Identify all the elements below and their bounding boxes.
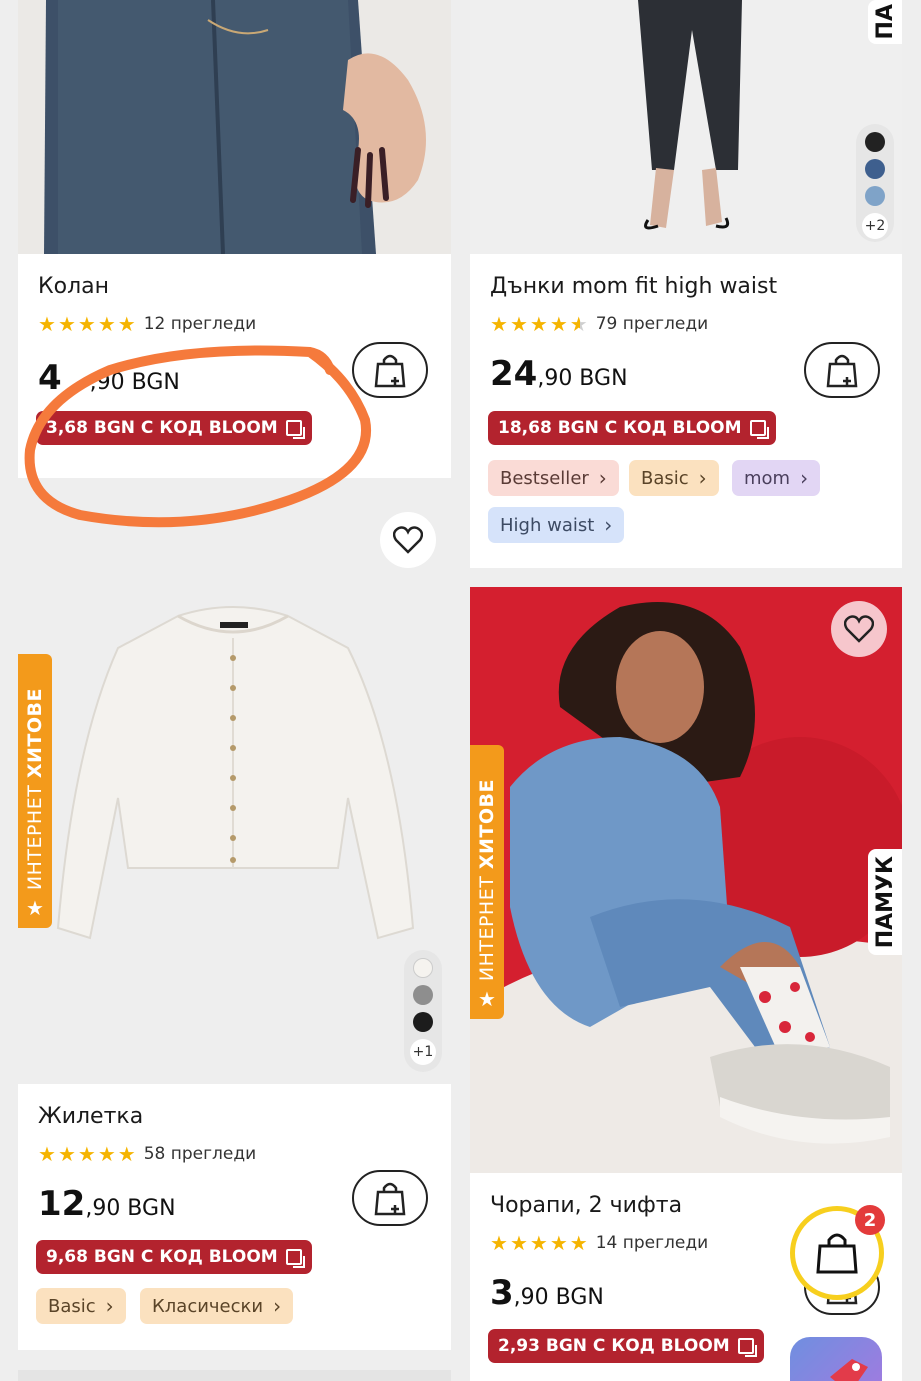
review-count[interactable]: 12 прегледи: [144, 314, 256, 334]
product-grid: Колан ★ ★ ★ ★ ★ 12 прегледи 4,90 BGN 3,6…: [0, 0, 921, 1381]
product-info-cardigan: Жилетка ★ ★ ★ ★ ★ 58 прегледи 12,90 BGN …: [18, 1084, 451, 1350]
chevron-right-icon: ›: [604, 513, 613, 537]
tag-classic[interactable]: Класически ›: [140, 1288, 294, 1324]
review-count[interactable]: 14 прегледи: [596, 1233, 708, 1253]
tag-basic[interactable]: Basic ›: [629, 460, 719, 496]
product-price: 24,90 BGN: [490, 354, 628, 394]
color-swatches[interactable]: +1: [404, 950, 442, 1072]
star-icon: ★: [97, 312, 116, 336]
copy-icon[interactable]: [749, 420, 769, 439]
star-icon: ★: [57, 312, 76, 336]
chevron-right-icon: ›: [698, 466, 707, 490]
star-icon: ★: [549, 1231, 568, 1255]
star-icon: ★: [549, 312, 568, 336]
star-icon: ★: [38, 312, 56, 336]
wishlist-button[interactable]: [831, 601, 887, 657]
color-swatch-black[interactable]: [413, 1012, 433, 1032]
star-icon: ★: [57, 1142, 76, 1166]
promo-fab[interactable]: [790, 1337, 882, 1381]
rating-stars: ★ ★ ★ ★ ★ 79 прегледи: [490, 314, 708, 334]
review-count[interactable]: 79 прегледи: [596, 314, 708, 334]
chevron-right-icon: ›: [105, 1294, 114, 1318]
star-icon: ★: [529, 312, 548, 336]
star-icon: ★: [529, 1231, 548, 1255]
star-icon: ★: [478, 987, 496, 1011]
heart-icon: [844, 615, 874, 643]
cart-add-icon: [826, 354, 858, 388]
product-price: 4,90 BGN: [38, 358, 180, 398]
promo-code-badge[interactable]: 3,68 BGN С КОД BLOOM: [36, 411, 312, 445]
promo-code-badge[interactable]: 9,68 BGN С КОД BLOOM: [36, 1240, 312, 1274]
add-to-cart-button[interactable]: [804, 342, 880, 398]
heart-icon: [393, 526, 423, 554]
internet-hits-ribbon: ИНТЕРНЕТ ХИТОВЕ ★: [470, 745, 504, 1019]
color-swatch-black[interactable]: [865, 132, 885, 152]
material-label: ПАМУК: [868, 849, 902, 955]
color-swatch-lightblue[interactable]: [865, 186, 885, 206]
chevron-right-icon: ›: [800, 466, 809, 490]
more-colors[interactable]: +1: [410, 1039, 436, 1065]
copy-icon[interactable]: [737, 1338, 757, 1357]
product-info-jeans: Дънки mom fit high waist ★ ★ ★ ★ ★ 79 пр…: [470, 254, 902, 568]
copy-icon[interactable]: [285, 1249, 305, 1268]
product-card-jeans[interactable]: ПА +2 Дънки mom fit high waist ★ ★ ★ ★ ★…: [470, 0, 902, 568]
product-title[interactable]: Колан: [38, 274, 109, 299]
product-card-cardigan[interactable]: ИНТЕРНЕТ ХИТОВЕ ★ +1 Жилетка ★ ★ ★ ★ ★ 5…: [18, 498, 451, 1350]
more-colors[interactable]: +2: [862, 213, 888, 239]
copy-icon[interactable]: [285, 420, 305, 439]
review-count[interactable]: 58 прегледи: [144, 1144, 256, 1164]
product-title[interactable]: Дънки mom fit high waist: [490, 274, 777, 299]
product-image-belt[interactable]: [18, 0, 451, 254]
add-to-cart-button[interactable]: [352, 1170, 428, 1226]
tag-icon: [830, 1359, 868, 1381]
product-price: 12,90 BGN: [38, 1184, 176, 1224]
star-icon: ★: [26, 896, 44, 920]
promo-code-badge[interactable]: 2,93 BGN С КОД BLOOM: [488, 1329, 764, 1363]
product-card-next[interactable]: [18, 1370, 451, 1381]
product-image-cardigan[interactable]: [18, 498, 451, 1084]
rating-stars: ★ ★ ★ ★ ★ 14 прегледи: [490, 1233, 708, 1253]
star-half-icon: ★: [569, 312, 588, 336]
product-title[interactable]: Жилетка: [38, 1104, 143, 1129]
star-icon: ★: [569, 1231, 588, 1255]
rating-stars: ★ ★ ★ ★ ★ 12 прегледи: [38, 314, 256, 334]
product-price: 3,90 BGN: [490, 1273, 604, 1313]
cart-add-icon: [374, 354, 406, 388]
cart-count-badge: 2: [855, 1205, 885, 1235]
star-icon: ★: [509, 312, 528, 336]
wishlist-button[interactable]: [380, 512, 436, 568]
star-icon: ★: [490, 1231, 508, 1255]
product-image-jeans[interactable]: [470, 0, 902, 254]
chevron-right-icon: ›: [598, 466, 607, 490]
chevron-right-icon: ›: [273, 1294, 282, 1318]
material-label: ПА: [868, 0, 902, 44]
star-icon: ★: [117, 1142, 136, 1166]
star-icon: ★: [490, 312, 508, 336]
color-swatch-white[interactable]: [413, 958, 433, 978]
tag-bestseller[interactable]: Bestseller ›: [488, 460, 619, 496]
cart-add-icon: [374, 1182, 406, 1216]
star-icon: ★: [509, 1231, 528, 1255]
tag-high-waist[interactable]: High waist ›: [488, 507, 625, 543]
star-icon: ★: [97, 1142, 116, 1166]
rating-stars: ★ ★ ★ ★ ★ 58 прегледи: [38, 1144, 256, 1164]
product-title[interactable]: Чорапи, 2 чифта: [490, 1193, 682, 1218]
tag-basic[interactable]: Basic ›: [36, 1288, 126, 1324]
star-icon: ★: [38, 1142, 56, 1166]
star-icon: ★: [77, 312, 96, 336]
internet-hits-ribbon: ИНТЕРНЕТ ХИТОВЕ ★: [18, 654, 52, 928]
product-card-belt[interactable]: Колан ★ ★ ★ ★ ★ 12 прегледи 4,90 BGN 3,6…: [18, 0, 451, 478]
floating-cart-button[interactable]: 2: [790, 1205, 885, 1300]
product-image-socks[interactable]: [470, 587, 902, 1173]
shopping-bag-icon: [816, 1233, 858, 1274]
color-swatch-grey[interactable]: [413, 985, 433, 1005]
add-to-cart-button[interactable]: [352, 342, 428, 398]
product-info-belt: Колан ★ ★ ★ ★ ★ 12 прегледи 4,90 BGN 3,6…: [18, 254, 451, 478]
tag-mom[interactable]: mom ›: [732, 460, 821, 496]
color-swatch-blue[interactable]: [865, 159, 885, 179]
color-swatches[interactable]: +2: [856, 124, 894, 242]
star-icon: ★: [117, 312, 136, 336]
star-icon: ★: [77, 1142, 96, 1166]
promo-code-badge[interactable]: 18,68 BGN С КОД BLOOM: [488, 411, 776, 445]
